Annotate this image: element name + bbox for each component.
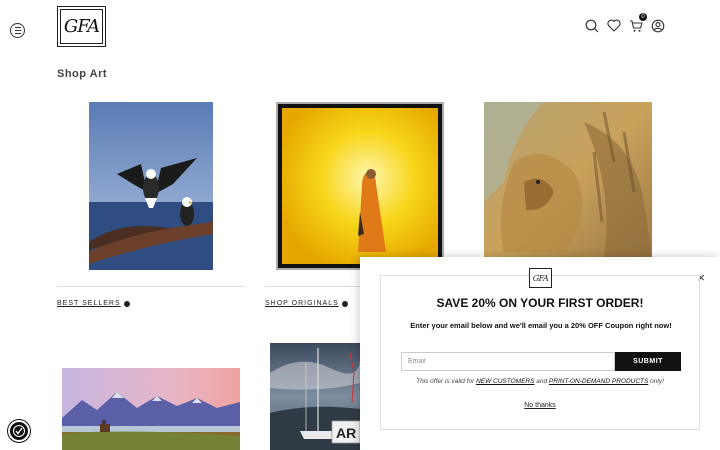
search-icon[interactable] [584, 18, 599, 33]
menu-line [14, 27, 21, 29]
offer-note-suffix: only! [648, 378, 664, 385]
lion-painting[interactable] [484, 102, 652, 257]
arrow-icon [341, 300, 348, 307]
popup-content: GFA SAVE 20% ON YOUR FIRST ORDER! Enter … [380, 268, 700, 430]
new-customers-link[interactable]: NEW CUSTOMERS [476, 378, 534, 385]
eagles-painting[interactable] [89, 102, 213, 270]
arrow-icon [123, 300, 130, 307]
accessibility-button[interactable] [8, 420, 30, 442]
row-divider [265, 286, 360, 287]
menu-button[interactable] [10, 23, 25, 38]
print-on-demand-link[interactable]: PRINT-ON-DEMAND PRODUCTS [549, 378, 648, 385]
sailboat-painting[interactable]: AR [270, 343, 360, 450]
submit-button[interactable]: SUBMIT [615, 352, 681, 371]
offer-note: This offer is valid for NEW CUSTOMERS an… [381, 378, 699, 385]
user-icon[interactable] [650, 18, 665, 33]
email-form: SUBMIT [401, 352, 681, 371]
popup-logo: GFA [529, 268, 552, 288]
ar-badge-text: AR [336, 425, 356, 441]
menu-line [14, 32, 21, 34]
signup-popup: × GFA SAVE 20% ON YOUR FIRST ORDER! Ente… [360, 257, 720, 450]
email-field[interactable] [401, 352, 615, 371]
page-title: Shop Art [57, 68, 108, 80]
menu-line [14, 29, 21, 32]
offer-note-mid: and [534, 378, 549, 385]
cart-icon[interactable]: 0 [628, 13, 647, 33]
offer-note-prefix: This offer is valid for [416, 378, 477, 385]
site-logo[interactable]: GFA [57, 6, 106, 47]
popup-description: Enter your email below and we'll email y… [410, 321, 672, 330]
no-thanks-link[interactable]: No thanks [381, 402, 699, 409]
heart-icon[interactable] [606, 18, 621, 33]
popup-logo-text: GFA [532, 273, 549, 283]
header-icons: 0 [584, 13, 665, 33]
mountain-landscape-painting[interactable] [62, 368, 240, 450]
shop-originals-label: SHOP ORIGINALS [265, 300, 339, 307]
logo-text: GFA [63, 16, 100, 37]
shop-originals-link[interactable]: SHOP ORIGINALS [265, 300, 348, 307]
best-sellers-label: BEST SELLERS [57, 300, 121, 307]
accessibility-icon [13, 425, 25, 437]
monk-painting[interactable] [276, 102, 444, 270]
popup-title: SAVE 20% ON YOUR FIRST ORDER! [436, 296, 644, 310]
cart-count-badge: 0 [639, 13, 647, 21]
best-sellers-link[interactable]: BEST SELLERS [57, 300, 130, 307]
row-divider [57, 286, 245, 287]
